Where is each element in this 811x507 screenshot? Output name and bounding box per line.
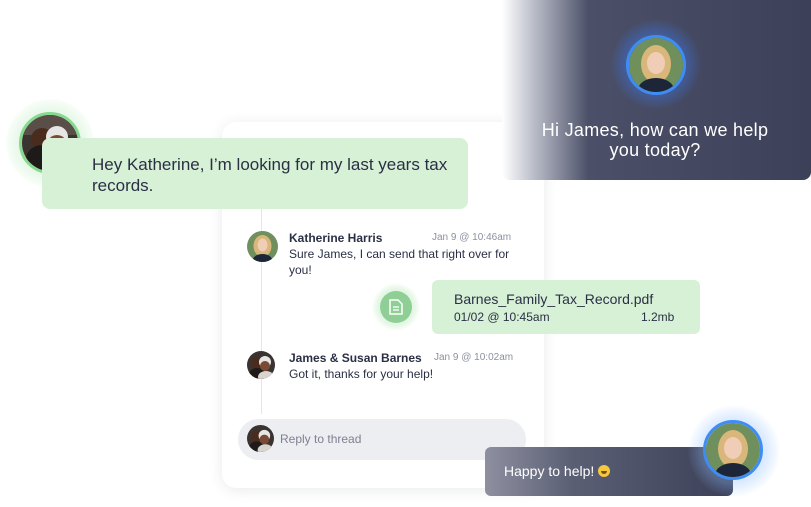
thread-connector-line (261, 184, 262, 414)
agent-avatar (626, 35, 686, 95)
document-icon[interactable] (380, 291, 412, 323)
message-timestamp: Jan 9 @ 10:02am (434, 352, 514, 363)
katherine-avatar (247, 231, 278, 262)
message-author: James & Susan Barnes (289, 351, 422, 365)
file-name[interactable]: Barnes_Family_Tax_Record.pdf (454, 291, 653, 307)
customer-message-bubble: Hey Katherine, I’m looking for my last y… (42, 138, 468, 209)
couple-avatar (247, 351, 275, 379)
customer-message-text: Hey Katherine, I’m looking for my last y… (92, 155, 448, 195)
message-text: Got it, thanks for your help! (289, 367, 434, 381)
file-size: 1.2mb (641, 310, 675, 324)
reply-input[interactable] (280, 428, 480, 450)
agent-avatar-small (703, 420, 763, 480)
message-author: Katherine Harris (289, 231, 383, 245)
grinning-face-icon (598, 465, 611, 477)
agent-followup-text: Happy to help! (504, 463, 595, 479)
file-date: 01/02 @ 10:45am (454, 310, 550, 324)
file-attachment-card[interactable] (432, 280, 700, 334)
reply-user-avatar (247, 425, 274, 452)
message-text: Sure James, I can send that right over f… (289, 247, 510, 277)
agent-greeting-text: Hi James, how can we help you today? (541, 120, 769, 160)
message-timestamp: Jan 9 @ 10:46am (432, 232, 512, 243)
